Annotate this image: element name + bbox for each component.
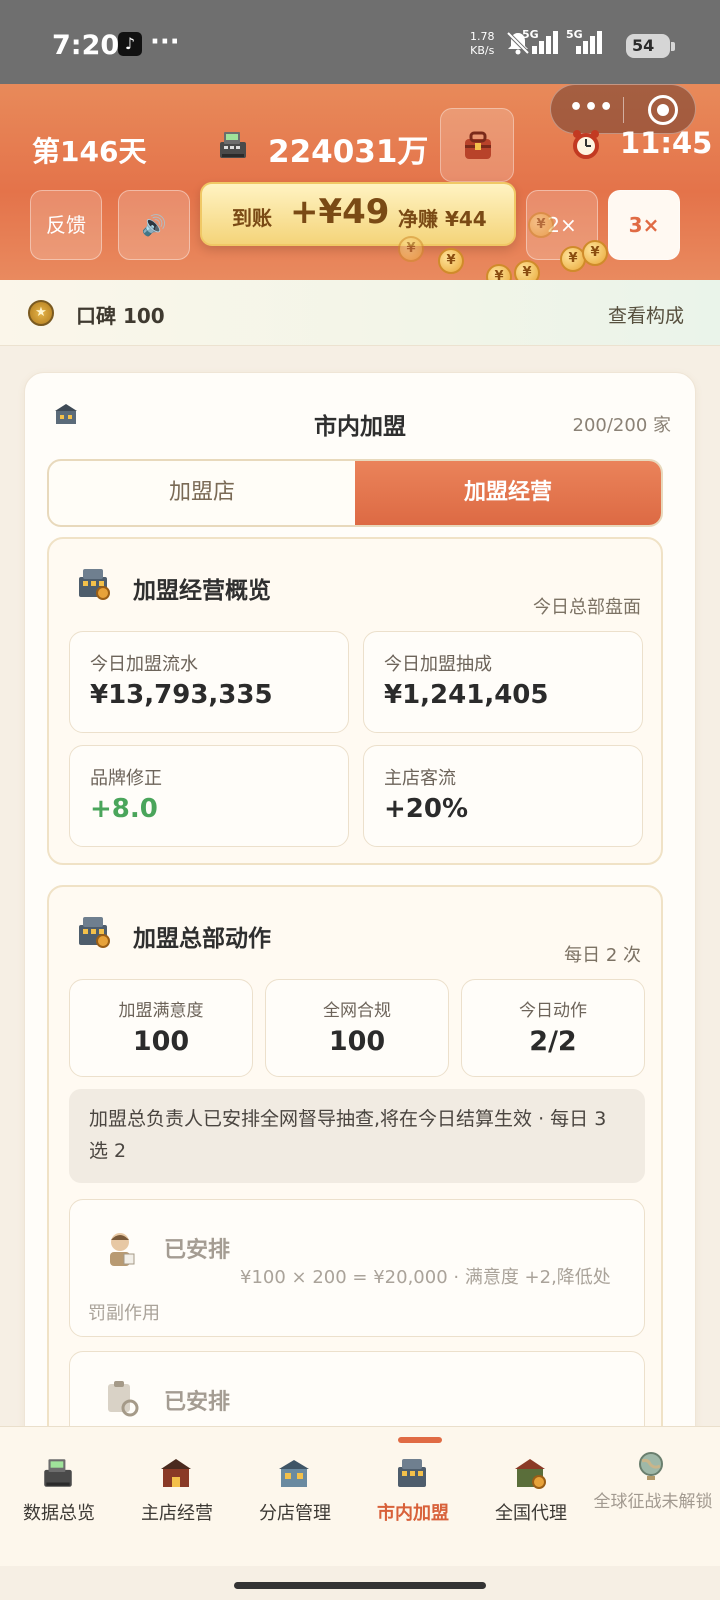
overview-subtitle: 今日总部盘面 [533, 597, 641, 618]
tab-franchise-stores[interactable]: 加盟店 [49, 461, 355, 525]
nav-branch-management[interactable]: 分店管理 [236, 1449, 354, 1549]
clipboard-avatar-icon [108, 1381, 139, 1417]
network-speed-value: 1.78 [470, 30, 495, 43]
national-agency-icon [515, 1459, 546, 1489]
feedback-button[interactable]: 反馈 [30, 190, 102, 260]
coin-icon: ¥ [438, 248, 464, 274]
stat-label: 今日加盟流水 [90, 654, 198, 675]
stat-value: +8.0 [90, 794, 158, 824]
toast-net: 净赚 ¥44 [398, 207, 487, 231]
tab-franchise-operations[interactable]: 加盟经营 [355, 461, 661, 525]
status-time: 7:20 [52, 30, 120, 61]
mini-value: 100 [132, 1026, 190, 1057]
globe-icon [639, 1452, 663, 1480]
inventory-bag-button[interactable] [440, 108, 514, 182]
action-notice: 加盟总负责人已安排全网督导抽查,将在今日结算生效 · 每日 3 选 2 [69, 1089, 645, 1183]
coin-icon: ¥ [582, 240, 608, 266]
mini-value: 100 [328, 1026, 386, 1057]
nav-label: 全球征战未解锁 [593, 1492, 713, 1512]
bag-icon [465, 131, 491, 159]
nav-main-store[interactable]: 主店经营 [118, 1449, 236, 1549]
medal-icon: ★ [28, 300, 54, 326]
speed-3x-button[interactable]: 3× [608, 190, 680, 260]
day-counter: 第146天 [32, 135, 147, 168]
nav-label: 市内加盟 [377, 1503, 449, 1524]
stat-daily-revenue: 今日加盟流水 ¥13,793,335 [69, 631, 349, 733]
signal-1-label: 5G [522, 28, 539, 41]
view-composition-link[interactable]: 查看构成 [608, 301, 684, 328]
action-status: 已安排 [164, 1390, 231, 1415]
overview-title: 加盟经营概览 [133, 578, 271, 604]
stat-value: ¥13,793,335 [90, 680, 273, 710]
reputation-bar: ★ 口碑 100 查看构成 [0, 280, 720, 346]
coin-icon: ¥ [528, 212, 554, 238]
bottom-navigation: 数据总览 主店经营 分店管理 市内加盟 全国代理 全球征战未解锁 [0, 1426, 720, 1566]
reputation-value: 口碑 100 [76, 304, 165, 328]
cash-register-icon [44, 1459, 72, 1487]
toast-arrived-label: 到账 [232, 206, 272, 230]
more-menu-icon[interactable]: ••• [569, 95, 614, 120]
cash-register-icon [220, 132, 246, 158]
mini-label: 今日动作 [519, 1001, 587, 1021]
main-store-icon [161, 1459, 191, 1487]
toast-amount: +¥49 [290, 192, 390, 232]
franchise-tabs: 加盟店 加盟经营 [47, 459, 663, 527]
signal-1-icon: 5G [522, 28, 562, 60]
battery-icon: 54 [626, 34, 675, 58]
stat-label: 主店客流 [384, 768, 456, 789]
stat-label: 今日加盟抽成 [384, 654, 492, 675]
nav-label: 全国代理 [495, 1503, 567, 1524]
action-item[interactable]: 已安排 ¥100 × 200 = ¥20,000 · 满意度 +2,降低处罚副作… [69, 1199, 645, 1337]
stat-brand-modifier: 品牌修正 +8.0 [69, 745, 349, 847]
mini-value: 2/2 [529, 1026, 577, 1057]
stat-label: 品牌修正 [90, 768, 162, 789]
game-header: ••• 第146天 224031万 11:45 反馈 🔊 2× 3× 到账 +¥… [0, 84, 720, 312]
mini-compliance: 全网合规 100 [265, 979, 449, 1077]
franchise-count: 200/200 家 [572, 415, 672, 436]
speaker-icon: 🔊 [141, 213, 167, 237]
franchise-card: 市内加盟 200/200 家 加盟店 加盟经营 加盟经营概览 今日总部盘面 今日… [24, 372, 696, 1452]
actions-title: 加盟总部动作 [133, 926, 271, 952]
tiktok-icon: ♪ [118, 32, 142, 56]
status-bar: 7:20 ♪ ··· 1.78 KB/s 5G 5G 54 [0, 0, 720, 84]
nav-label: 数据总览 [23, 1503, 95, 1524]
mini-label: 全网合规 [323, 1001, 391, 1021]
battery-level: 54 [632, 36, 655, 55]
stat-daily-commission: 今日加盟抽成 ¥1,241,405 [363, 631, 643, 733]
income-toast: 到账 +¥49 净赚 ¥44 [200, 182, 516, 246]
nav-city-franchise[interactable]: 市内加盟 [354, 1449, 472, 1549]
nav-national-agency[interactable]: 全国代理 [472, 1449, 590, 1549]
mini-satisfaction: 加盟满意度 100 [69, 979, 253, 1077]
alarm-clock-icon [573, 130, 599, 159]
sound-toggle-button[interactable]: 🔊 [118, 190, 190, 260]
signal-2-label: 5G [566, 28, 583, 41]
franchise-hq-icon [398, 1459, 426, 1487]
headquarters-icon [79, 569, 110, 600]
money-total: 224031万 [268, 134, 429, 170]
branch-store-icon [279, 1460, 309, 1487]
overview-section: 加盟经营概览 今日总部盘面 今日加盟流水 ¥13,793,335 今日加盟抽成 … [47, 537, 663, 865]
home-indicator[interactable] [234, 1582, 486, 1589]
headquarters-icon [79, 917, 110, 948]
action-description: ¥100 × 200 = ¥20,000 · 满意度 +2,降低处罚副作用 [88, 1267, 611, 1324]
mini-daily-actions: 今日动作 2/2 [461, 979, 645, 1077]
nav-label: 主店经营 [141, 1503, 213, 1524]
actions-subtitle: 每日 2 次 [564, 945, 641, 966]
network-speed-unit: KB/s [470, 44, 495, 57]
network-speed: 1.78 KB/s [470, 30, 495, 58]
nav-data-overview[interactable]: 数据总览 [0, 1449, 118, 1549]
signal-2-icon: 5G [566, 28, 606, 60]
more-notifications-icon: ··· [150, 27, 180, 57]
close-mini-program-icon[interactable] [648, 95, 678, 125]
stat-value: ¥1,241,405 [384, 680, 549, 710]
nav-global-conquest-locked[interactable]: 全球征战未解锁 [590, 1449, 716, 1549]
headquarters-actions-section: 加盟总部动作 每日 2 次 加盟满意度 100 全网合规 100 今日动作 2/… [47, 885, 663, 1451]
stat-main-store-traffic: 主店客流 +20% [363, 745, 643, 847]
nav-label: 分店管理 [259, 1503, 331, 1524]
mini-label: 加盟满意度 [118, 1001, 204, 1021]
game-clock: 11:45 [620, 126, 713, 160]
active-tab-indicator [398, 1437, 442, 1443]
stat-value: +20% [384, 794, 469, 824]
coin-icon: ¥ [398, 236, 424, 262]
